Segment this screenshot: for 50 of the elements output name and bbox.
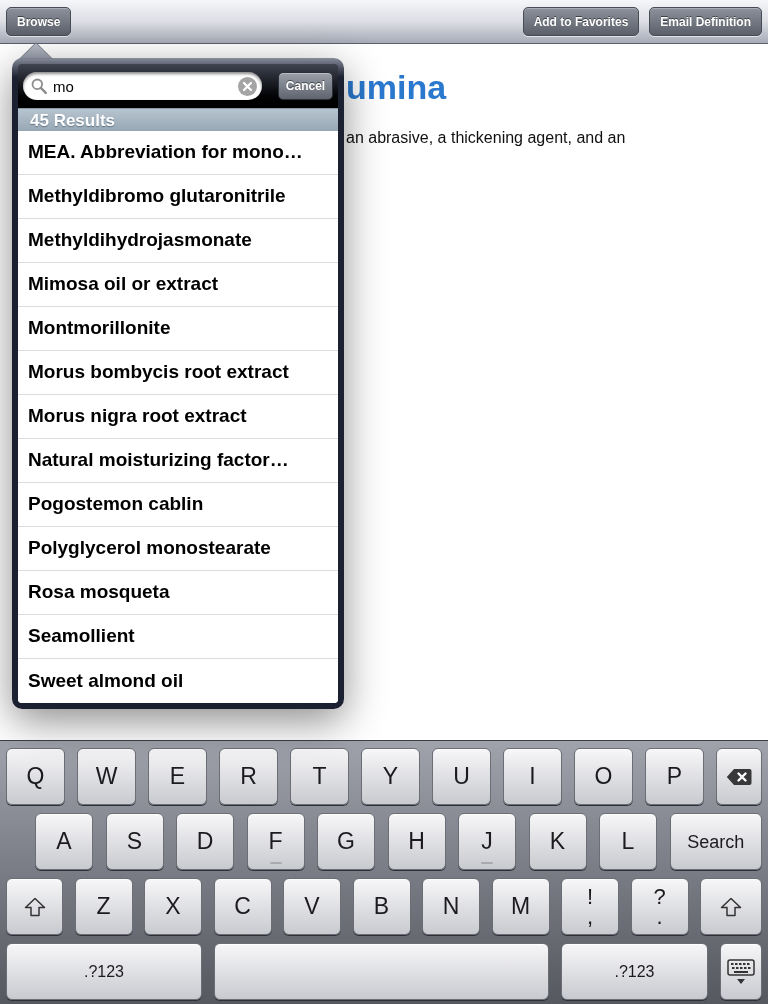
cancel-button[interactable]: Cancel [278, 72, 333, 100]
letter-key[interactable]: B [352, 878, 411, 935]
letter-key[interactable]: Z [74, 878, 133, 935]
space-bar[interactable] [214, 943, 549, 1000]
letter-key[interactable]: K [528, 813, 587, 870]
search-field[interactable]: mo [23, 72, 262, 100]
letter-key[interactable]: S [105, 813, 164, 870]
letter-key[interactable]: M [491, 878, 550, 935]
definition-text: an abrasive, a thickening agent, and an [346, 128, 626, 148]
letter-key[interactable]: D [176, 813, 234, 870]
letter-key[interactable]: F [246, 813, 305, 870]
letter-key[interactable]: G [317, 813, 375, 870]
popover-pointer-icon [19, 42, 53, 59]
letter-key[interactable]: L [599, 813, 657, 870]
letter-key[interactable]: C [213, 878, 272, 935]
letter-key[interactable]: E [148, 748, 207, 805]
keyboard-hide-icon [727, 958, 755, 985]
letter-key[interactable]: H [387, 813, 446, 870]
letter-key[interactable]: O [574, 748, 633, 805]
toolbar-button[interactable]: Add to Favorites [522, 7, 640, 36]
backspace-key[interactable] [716, 748, 762, 805]
letter-key[interactable]: Q [6, 748, 65, 805]
numbers-key[interactable]: .?123 [561, 943, 708, 1000]
numbers-key[interactable]: .?123 [6, 943, 202, 1000]
letter-key[interactable]: A [35, 813, 93, 870]
shift-key[interactable] [6, 878, 63, 935]
toolbar-button[interactable]: Browse [6, 7, 72, 36]
search-key[interactable]: Search [669, 813, 762, 870]
punctuation-key[interactable]: ! , [561, 878, 619, 935]
letter-key[interactable]: U [432, 748, 491, 805]
search-icon [31, 78, 47, 94]
letter-key[interactable]: T [290, 748, 349, 805]
letter-key[interactable]: W [77, 748, 136, 805]
definition-title: umina [346, 67, 447, 107]
letter-key[interactable]: Y [361, 748, 420, 805]
letter-key[interactable]: R [219, 748, 278, 805]
letter-key[interactable]: J [458, 813, 516, 870]
letter-key[interactable]: N [422, 878, 480, 935]
letter-key[interactable]: I [503, 748, 562, 805]
letter-key[interactable]: X [144, 878, 202, 935]
hide-keyboard-key[interactable] [720, 943, 762, 1000]
shift-icon [23, 896, 46, 917]
backspace-icon [726, 767, 752, 786]
punctuation-key[interactable]: ? . [630, 878, 689, 935]
letter-key[interactable]: V [283, 878, 341, 935]
letter-key[interactable]: P [645, 748, 704, 805]
shift-key[interactable] [700, 878, 762, 935]
shift-icon [720, 896, 742, 917]
toolbar-button[interactable]: Email Definition [649, 7, 762, 36]
results-count-header: 45 Results [18, 108, 338, 131]
